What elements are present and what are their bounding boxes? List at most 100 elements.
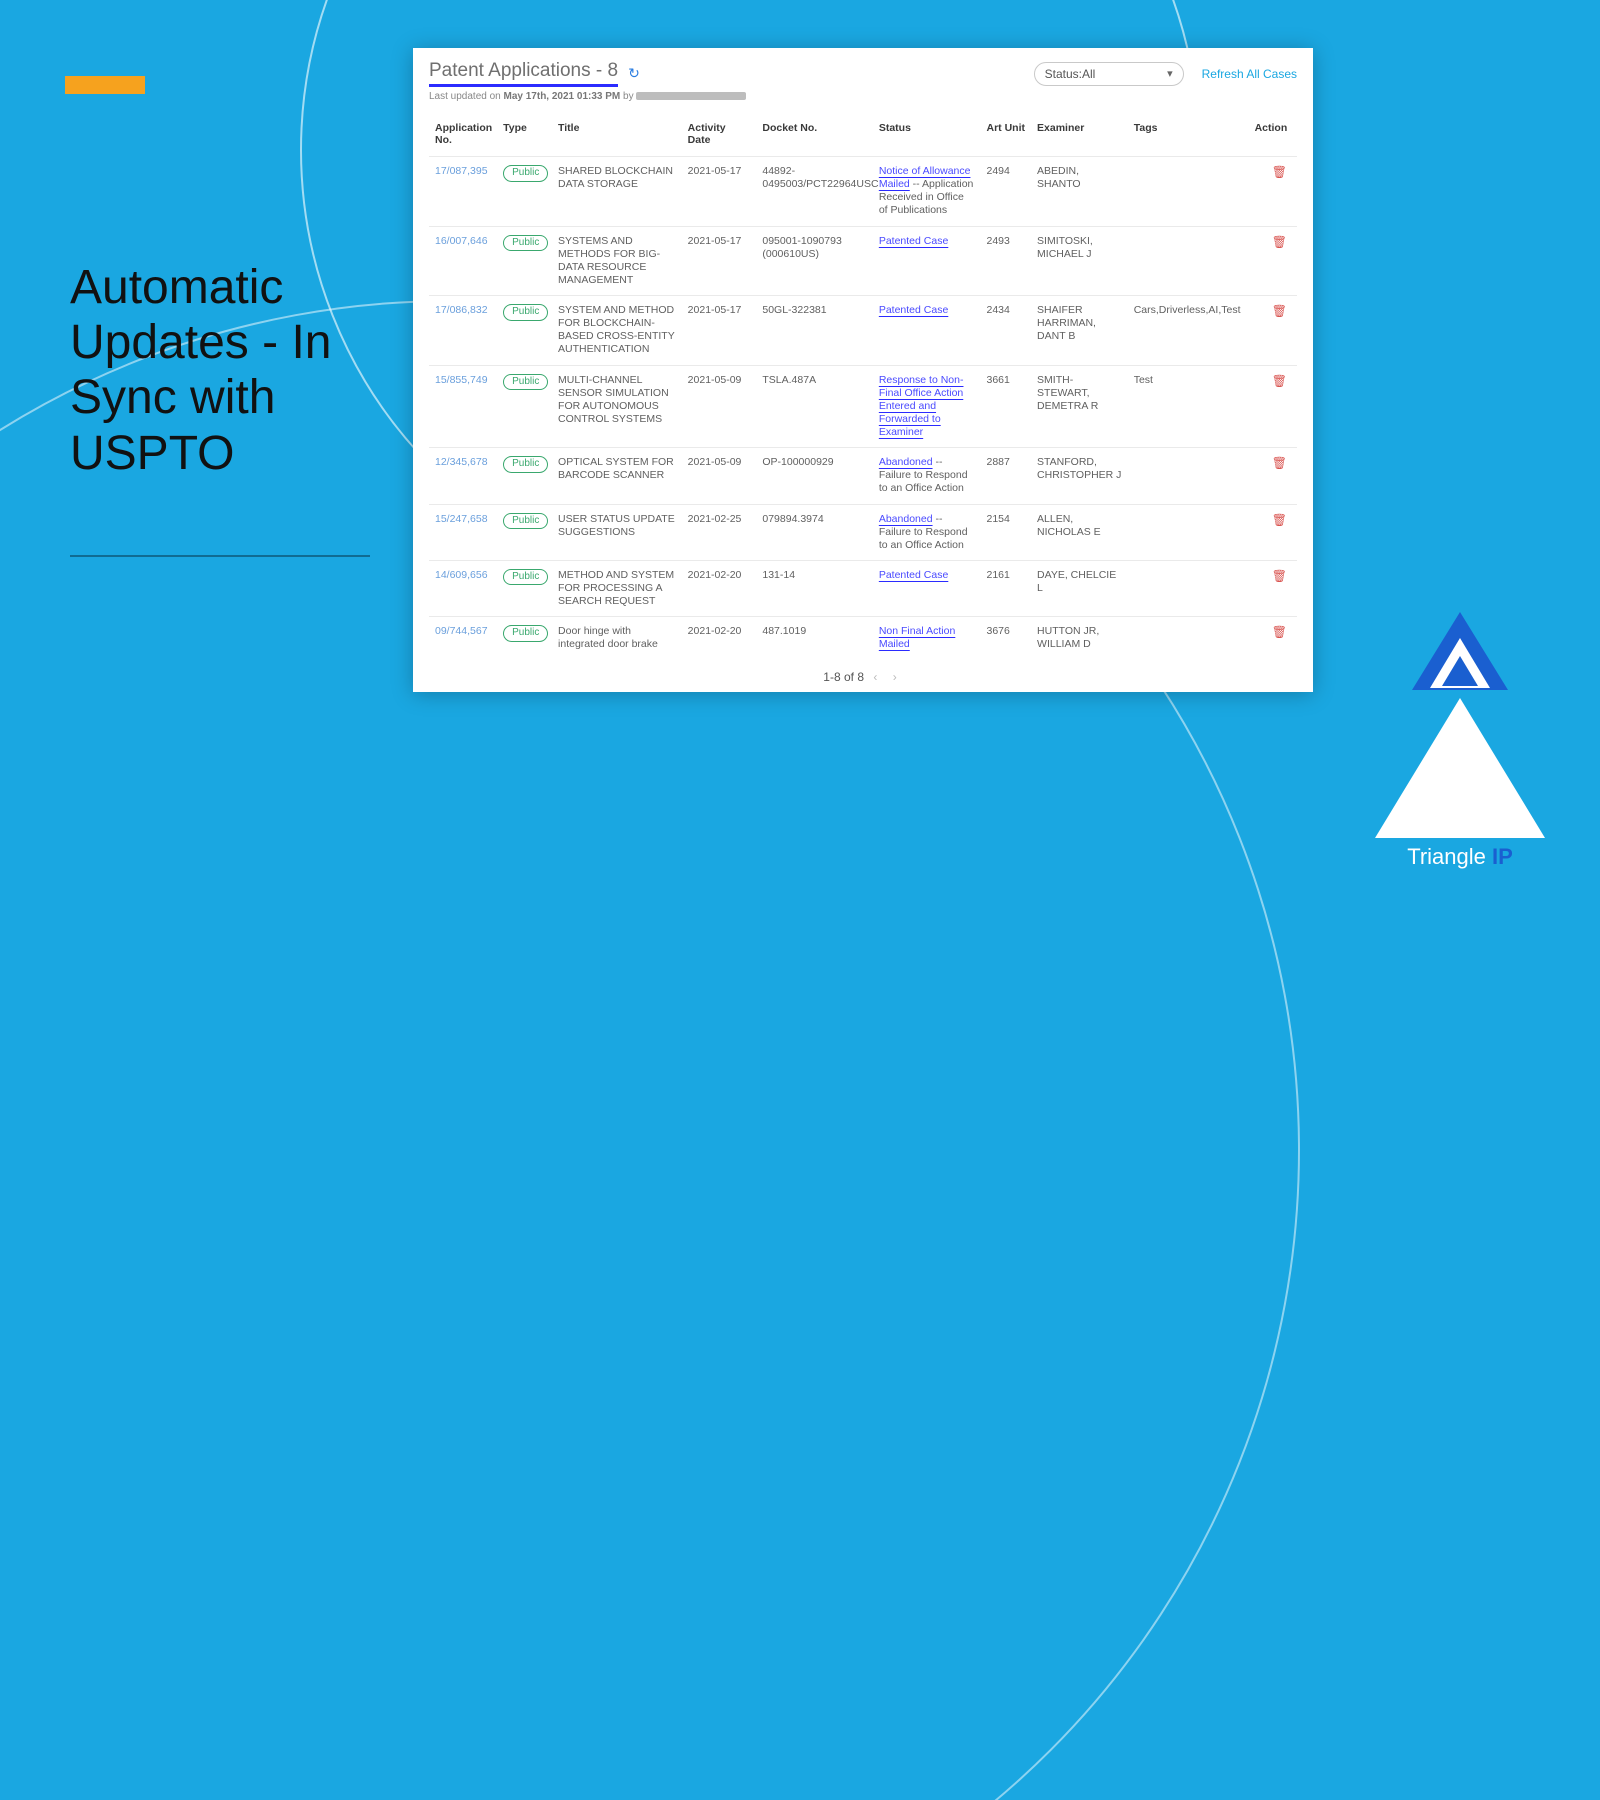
- headline-underline: [70, 555, 370, 557]
- type-pill: Public: [503, 374, 548, 391]
- status-link[interactable]: Patented Case: [879, 569, 948, 581]
- date-cell: 2021-05-17: [682, 157, 757, 227]
- status-link[interactable]: Patented Case: [879, 304, 948, 316]
- application-link[interactable]: 15/855,749: [435, 374, 488, 386]
- art-unit-cell: 2161: [981, 560, 1032, 616]
- art-unit-cell: 2154: [981, 504, 1032, 560]
- status-filter-label: Status:: [1045, 67, 1082, 81]
- col-status[interactable]: Status: [873, 116, 981, 157]
- status-cell: Patented Case: [873, 560, 981, 616]
- status-link[interactable]: Non Final Action Mailed: [879, 625, 955, 650]
- delete-icon[interactable]: 🗑: [1272, 165, 1287, 179]
- app-panel: Patent Applications - 8 ↻ Status:All Ref…: [413, 48, 1313, 692]
- delete-icon[interactable]: 🗑: [1272, 513, 1287, 527]
- col-title[interactable]: Title: [552, 116, 682, 157]
- status-cell: Patented Case: [873, 296, 981, 366]
- examiner-cell: SHAIFER HARRIMAN, DANT B: [1031, 296, 1128, 366]
- examiner-cell: STANFORD, CHRISTOPHER J: [1031, 448, 1128, 504]
- delete-icon[interactable]: 🗑: [1272, 456, 1287, 470]
- status-cell: Abandoned -- Failure to Respond to an Of…: [873, 504, 981, 560]
- application-link[interactable]: 15/247,658: [435, 513, 488, 525]
- col-app-no[interactable]: Application No.: [429, 116, 497, 157]
- col-art-unit[interactable]: Art Unit: [981, 116, 1032, 157]
- tags-cell: [1128, 157, 1249, 227]
- tags-cell: [1128, 617, 1249, 660]
- table-row: 14/609,656 PublicMETHOD AND SYSTEM FOR PR…: [429, 560, 1297, 616]
- docket-cell: OP-100000929: [756, 448, 872, 504]
- status-cell: Non Final Action Mailed: [873, 617, 981, 660]
- col-activity-date[interactable]: Activity Date: [682, 116, 757, 157]
- examiner-cell: SMITH-STEWART, DEMETRA R: [1031, 365, 1128, 448]
- delete-icon[interactable]: 🗑: [1272, 625, 1287, 639]
- docket-cell: TSLA.487A: [756, 365, 872, 448]
- last-updated-meta: Last updated on May 17th, 2021 01:33 PM …: [429, 91, 1297, 102]
- page-title: Patent Applications - 8: [429, 60, 618, 87]
- table-row: 09/744,567PublicDoor hinge with integrat…: [429, 617, 1297, 660]
- art-unit-cell: 3661: [981, 365, 1032, 448]
- table-row: 17/087,395PublicSHARED BLOCKCHAIN DATA S…: [429, 157, 1297, 227]
- col-examiner[interactable]: Examiner: [1031, 116, 1128, 157]
- date-cell: 2021-05-09: [682, 365, 757, 448]
- status-link[interactable]: Abandoned: [879, 456, 933, 468]
- status-link[interactable]: Response to Non-Final Office Action Ente…: [879, 374, 964, 439]
- docket-cell: 079894.3974: [756, 504, 872, 560]
- title-cell: METHOD AND SYSTEM FOR PROCESSING A SEARC…: [552, 560, 682, 616]
- title-cell: SYSTEMS AND METHODS FOR BIG-DATA RESOURC…: [552, 226, 682, 296]
- col-type[interactable]: Type: [497, 116, 552, 157]
- table-row: 16/007,646PublicSYSTEMS AND METHODS FOR …: [429, 226, 1297, 296]
- examiner-cell: SIMITOSKI, MICHAEL J: [1031, 226, 1128, 296]
- application-link[interactable]: 17/086,832: [435, 304, 488, 316]
- next-page-icon[interactable]: ›: [887, 670, 903, 684]
- status-filter-dropdown[interactable]: Status:All: [1034, 62, 1184, 86]
- type-pill: Public: [503, 456, 548, 473]
- col-action: Action: [1249, 116, 1297, 157]
- title-cell: USER STATUS UPDATE SUGGESTIONS: [552, 504, 682, 560]
- art-unit-cell: 2493: [981, 226, 1032, 296]
- application-link[interactable]: 12/345,678: [435, 456, 488, 468]
- application-link[interactable]: 17/087,395: [435, 165, 488, 177]
- page-range: 1-8 of 8: [823, 670, 864, 684]
- date-cell: 2021-02-20: [682, 617, 757, 660]
- type-pill: Public: [503, 513, 548, 530]
- delete-icon[interactable]: 🗑: [1272, 304, 1287, 318]
- application-link[interactable]: 09/744,567: [435, 625, 488, 637]
- prev-page-icon[interactable]: ‹: [867, 670, 883, 684]
- tags-cell: Test: [1128, 365, 1249, 448]
- table-row: 17/086,832PublicSYSTEM AND METHOD FOR BL…: [429, 296, 1297, 366]
- status-link[interactable]: Abandoned: [879, 513, 933, 525]
- triangle-ip-logo: Triangle IP: [1375, 698, 1545, 870]
- docket-cell: 487.1019: [756, 617, 872, 660]
- refresh-icon[interactable]: ↻: [628, 65, 640, 82]
- table-row: 12/345,678 PublicOPTICAL SYSTEM FOR BARCO…: [429, 448, 1297, 504]
- redacted-user: [636, 92, 746, 100]
- application-link[interactable]: 16/007,646: [435, 235, 488, 247]
- docket-cell: 44892-0495003/PCT22964USC: [756, 157, 872, 227]
- status-link[interactable]: Patented Case: [879, 235, 948, 247]
- col-tags[interactable]: Tags: [1128, 116, 1249, 157]
- applications-table: Application No. Type Title Activity Date…: [429, 116, 1297, 660]
- delete-icon[interactable]: 🗑: [1272, 374, 1287, 388]
- table-row: 15/855,749PublicMULTI-CHANNEL SENSOR SIM…: [429, 365, 1297, 448]
- refresh-all-link[interactable]: Refresh All Cases: [1202, 67, 1297, 81]
- title-cell: SHARED BLOCKCHAIN DATA STORAGE: [552, 157, 682, 227]
- art-unit-cell: 2887: [981, 448, 1032, 504]
- delete-icon[interactable]: 🗑: [1272, 569, 1287, 583]
- date-cell: 2021-05-17: [682, 296, 757, 366]
- pagination: 1-8 of 8 ‹ ›: [429, 660, 1297, 688]
- status-cell: Patented Case: [873, 226, 981, 296]
- status-cell: Abandoned -- Failure to Respond to an Of…: [873, 448, 981, 504]
- date-cell: 2021-05-09: [682, 448, 757, 504]
- date-cell: 2021-05-17: [682, 226, 757, 296]
- status-cell: Notice of Allowance Mailed -- Applicatio…: [873, 157, 981, 227]
- type-pill: Public: [503, 304, 548, 321]
- delete-icon[interactable]: 🗑: [1272, 235, 1287, 249]
- examiner-cell: HUTTON JR, WILLIAM D: [1031, 617, 1128, 660]
- panel-header: Patent Applications - 8 ↻ Status:All Ref…: [429, 60, 1297, 87]
- title-cell: OPTICAL SYSTEM FOR BARCODE SCANNER: [552, 448, 682, 504]
- art-unit-cell: 2494: [981, 157, 1032, 227]
- col-docket-no[interactable]: Docket No.: [756, 116, 872, 157]
- status-cell: Response to Non-Final Office Action Ente…: [873, 365, 981, 448]
- docket-cell: 095001-1090793 (000610US): [756, 226, 872, 296]
- application-link[interactable]: 14/609,656: [435, 569, 488, 581]
- type-pill: Public: [503, 569, 548, 586]
